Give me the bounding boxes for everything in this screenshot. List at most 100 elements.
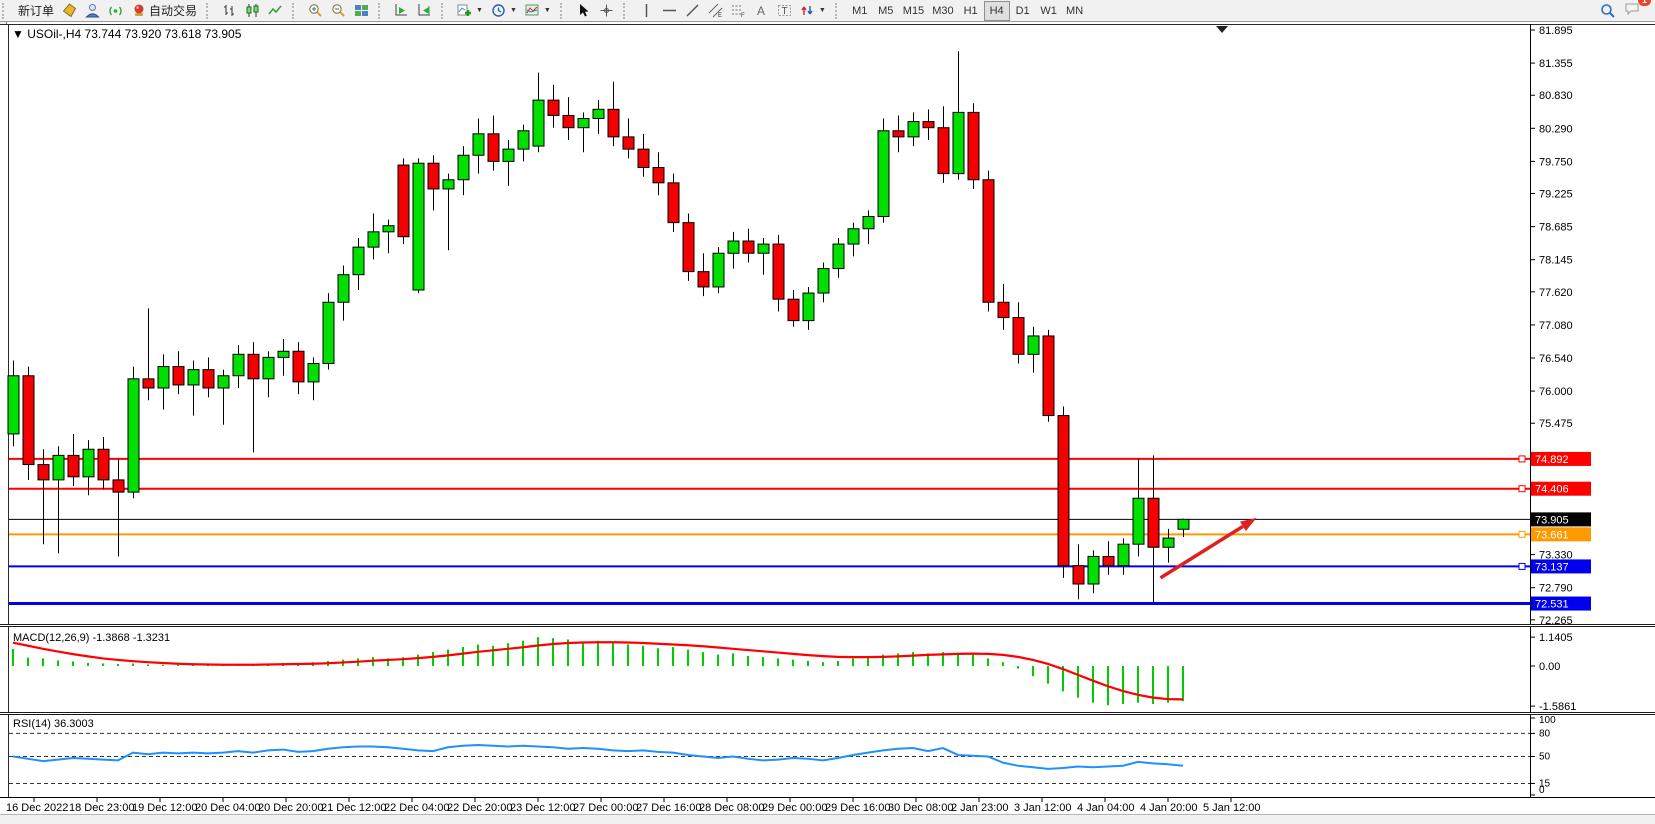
macd-histogram-bar [42,658,44,666]
time-axis-label: 5 Jan 12:00 [1203,802,1261,814]
timeframe-button-W1[interactable]: W1 [1036,1,1062,21]
candle-body [83,449,94,477]
signals-icon [108,3,123,18]
candle-body [398,165,409,237]
macd-histogram-bar [507,643,509,666]
svg-text:72.790: 72.790 [1539,583,1573,595]
periods-button[interactable]: ▼ [487,1,521,21]
svg-text:72.265: 72.265 [1539,615,1573,624]
macd-histogram-bar [762,657,764,666]
toolbar-separator [292,3,301,19]
candle-body [968,112,979,179]
candle-body [683,223,694,272]
signals-button[interactable] [104,1,127,21]
candle-body [488,134,499,162]
macd-histogram-bar [792,660,794,666]
add-indicator-button[interactable]: ▼ [453,1,487,21]
fibonacci-button[interactable]: F [727,1,750,21]
candle-body [1028,336,1039,354]
market-watch-button[interactable] [58,1,81,21]
macd-histogram-bar [177,665,179,666]
macd-indicator-pane[interactable]: 1.14050.00-1.5861MACD(12,26,9) -1.3868 -… [0,627,1655,712]
macd-histogram-bar [807,661,809,666]
svg-text:77.620: 77.620 [1539,287,1573,299]
candle-body [788,299,799,320]
macd-histogram-bar [72,661,74,666]
macd-histogram-bar [1002,662,1004,666]
auto-scroll-button[interactable] [413,1,436,21]
candle-body [113,480,124,492]
macd-histogram-bar [27,658,29,666]
time-axis-label: 22 Dec 20:00 [447,802,512,814]
fibonacci-icon: F [731,3,746,18]
templates-button[interactable]: ▼ [521,1,555,21]
text-button[interactable]: A [750,1,773,21]
profile-button[interactable] [81,1,104,21]
new-order-button[interactable]: 新订单 [14,1,58,21]
candle-body [848,229,859,244]
time-axis[interactable]: 16 Dec 202218 Dec 23:0019 Dec 12:0020 De… [0,797,1655,814]
crosshair-button[interactable] [595,1,618,21]
text-label-button[interactable]: T [773,1,796,21]
shift-chart-end-button[interactable] [390,1,413,21]
macd-histogram-bar [1182,666,1184,701]
macd-histogram-bar [417,655,419,666]
candlestick-chart-button[interactable] [241,1,264,21]
candle-body [773,244,784,299]
macd-histogram-bar [102,663,104,666]
macd-histogram-bar [162,665,164,666]
bar-chart-button[interactable] [218,1,241,21]
arrows-button[interactable]: ▼ [796,1,830,21]
svg-text:100: 100 [1539,715,1556,726]
horizontal-line-button[interactable] [658,1,681,21]
rsi-indicator-pane[interactable]: 1008050150RSI(14) 36.3003 [0,715,1655,797]
trading-terminal: 新订单 自动交易 [0,0,1655,824]
toolbar: 新订单 自动交易 [0,0,1655,22]
zoom-in-button[interactable] [304,1,327,21]
candle-body [908,122,919,137]
notification-badge[interactable]: 1 [1638,0,1651,6]
cursor-button[interactable] [572,1,595,21]
timeframe-button-H4[interactable]: H4 [984,1,1010,21]
candle-body [143,379,154,388]
vertical-line-icon [639,3,654,18]
search-icon [1600,3,1616,19]
macd-histogram-bar [1167,666,1169,703]
trendline-button[interactable] [681,1,704,21]
candle-body [8,376,19,434]
shift-chart-end-icon [394,3,409,18]
timeframe-button-MN[interactable]: MN [1062,1,1088,21]
toolbar-separator [206,3,215,19]
svg-text:F: F [741,13,745,18]
svg-text:80.830: 80.830 [1539,90,1573,102]
timeframe-button-M1[interactable]: M1 [847,1,873,21]
status-bar [0,814,1655,824]
tile-windows-button[interactable] [350,1,373,21]
macd-histogram-bar [1122,666,1124,704]
timeframe-button-M5[interactable]: M5 [873,1,899,21]
search-button[interactable] [1596,1,1620,21]
candle-body [1058,416,1069,566]
price-chart-pane[interactable]: 74.89274.40673.90573.66173.13772.53181.8… [0,24,1655,624]
time-axis-label: 19 Dec 12:00 [132,802,197,814]
timeframe-button-M15[interactable]: M15 [899,1,928,21]
macd-histogram-bar [132,663,134,666]
equidistant-channel-button[interactable]: E [704,1,727,21]
candle-body [623,137,634,149]
crosshair-icon [599,3,614,18]
timeframe-button-H1[interactable]: H1 [958,1,984,21]
timeframe-button-M30[interactable]: M30 [928,1,957,21]
candle-body [278,351,289,357]
vertical-line-button[interactable] [635,1,658,21]
autotrading-button[interactable]: 自动交易 [127,1,201,21]
candle-body [1043,336,1054,416]
zoom-out-button[interactable] [327,1,350,21]
timeframe-button-D1[interactable]: D1 [1010,1,1036,21]
macd-histogram-bar [852,658,854,666]
add-indicator-icon [457,3,472,18]
candle-body [818,269,829,294]
candle-body [443,180,454,189]
candle-body [803,293,814,321]
candle-body [638,149,649,167]
line-chart-button[interactable] [264,1,287,21]
